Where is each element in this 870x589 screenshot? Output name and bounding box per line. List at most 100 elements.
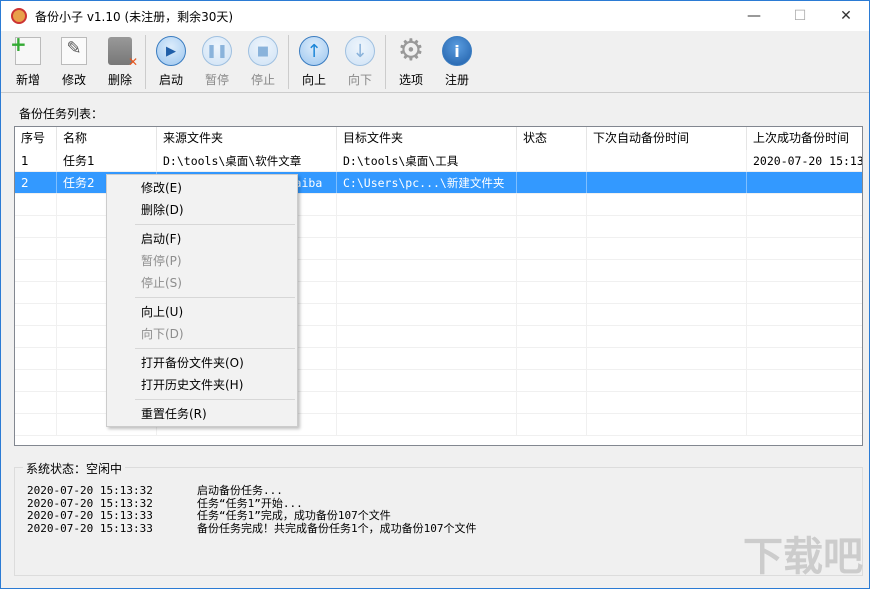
watermark: 下载吧 [743, 534, 863, 580]
menu-separator [135, 297, 295, 298]
column-divider [746, 370, 747, 392]
table-cell [747, 172, 862, 194]
toolbar-separator [385, 35, 386, 89]
maximize-button[interactable]: ☐ [777, 1, 823, 31]
edit-label: 修改 [61, 73, 86, 87]
up-icon: ↑ [299, 36, 329, 66]
column-divider [516, 216, 517, 238]
column-divider [56, 414, 57, 436]
column-divider [746, 326, 747, 348]
column-divider [336, 216, 337, 238]
title-bar: 备份小子 v1.10 (未注册，剩余30天) — ☐ ✕ [1, 1, 869, 31]
log-line: 2020-07-20 15:13:33 备份任务完成！共完成备份任务1个，成功备份… [27, 522, 477, 536]
delete-button[interactable]: ✕ 删除 [97, 31, 143, 93]
column-divider [746, 194, 747, 216]
pause-button[interactable]: ❚❚ 暂停 [194, 31, 240, 93]
start-label: 启动 [158, 73, 183, 87]
stop-label: 停止 [250, 73, 275, 87]
options-button[interactable]: ⚙ 选项 [388, 31, 434, 93]
column-divider [56, 370, 57, 392]
column-divider [586, 348, 587, 370]
close-button[interactable]: ✕ [823, 1, 869, 31]
system-status: 系统状态：空闲中 [23, 460, 126, 477]
column-divider [56, 304, 57, 326]
column-divider [516, 414, 517, 436]
column-header[interactable]: 名称 [57, 127, 157, 150]
edit-icon: ✎ [59, 36, 89, 66]
column-header[interactable]: 目标文件夹 [337, 127, 517, 150]
menu-item[interactable]: 修改(E) [107, 177, 297, 199]
column-header[interactable]: 来源文件夹 [157, 127, 337, 150]
column-header[interactable]: 状态 [517, 127, 587, 150]
delete-icon: ✕ [105, 36, 138, 69]
column-divider [586, 414, 587, 436]
toolbar-separator [145, 35, 146, 89]
menu-item[interactable]: 启动(F) [107, 228, 297, 250]
window-title: 备份小子 v1.10 (未注册，剩余30天) [35, 9, 234, 24]
column-divider [586, 260, 587, 282]
column-header[interactable]: 下次自动备份时间 [587, 127, 747, 150]
column-divider [746, 392, 747, 414]
up-button[interactable]: ↑ 向上 [291, 31, 337, 93]
column-divider [746, 414, 747, 436]
column-divider [516, 392, 517, 414]
column-header[interactable]: 上次成功备份时间 [747, 127, 862, 150]
pause-icon: ❚❚ [202, 36, 232, 66]
start-button[interactable]: ▶ 启动 [148, 31, 194, 93]
column-divider [336, 282, 337, 304]
menu-item[interactable]: 暂停(P) [107, 250, 297, 272]
menu-item[interactable]: 向上(U) [107, 301, 297, 323]
log-time: 2020-07-20 15:13:32 [27, 484, 153, 497]
register-button[interactable]: i 注册 [434, 31, 480, 93]
column-divider [586, 370, 587, 392]
column-divider [586, 392, 587, 414]
delete-label: 删除 [107, 73, 132, 87]
status-group: 系统状态：空闲中 2020-07-20 15:13:32 启动备份任务... 202… [14, 460, 863, 576]
column-divider [336, 194, 337, 216]
log-line: 2020-07-20 15:13:32 启动备份任务... [27, 484, 477, 498]
column-divider [586, 238, 587, 260]
column-divider [336, 414, 337, 436]
column-divider [746, 260, 747, 282]
table-cell: C:\Users\pc...\新建文件夹 [337, 172, 517, 194]
app-icon [11, 8, 27, 24]
down-button[interactable]: ↓ 向下 [337, 31, 383, 93]
add-button[interactable]: + 新增 [5, 31, 51, 93]
table-row[interactable]: 1 任务1 D:\tools\桌面\软件文章 D:\tools\桌面\工具 2020-0… [15, 150, 862, 172]
column-divider [516, 326, 517, 348]
column-divider [336, 260, 337, 282]
column-divider [336, 238, 337, 260]
column-divider [746, 348, 747, 370]
options-icon: ⚙ [397, 33, 425, 68]
column-divider [336, 326, 337, 348]
menu-item[interactable]: 重置任务(R) [107, 403, 297, 425]
column-divider [586, 304, 587, 326]
column-divider [56, 348, 57, 370]
column-divider [336, 392, 337, 414]
menu-item[interactable]: 删除(D) [107, 199, 297, 221]
column-divider [56, 392, 57, 414]
column-divider [336, 304, 337, 326]
down-icon: ↓ [345, 36, 375, 66]
minimize-button[interactable]: — [731, 1, 777, 31]
column-divider [746, 282, 747, 304]
menu-item[interactable]: 打开历史文件夹(H) [107, 374, 297, 396]
column-divider [516, 194, 517, 216]
column-divider [586, 194, 587, 216]
register-label: 注册 [444, 73, 469, 87]
column-divider [516, 304, 517, 326]
menu-item[interactable]: 停止(S) [107, 272, 297, 294]
stop-button[interactable]: ■ 停止 [240, 31, 286, 93]
log-line: 2020-07-20 15:13:33 任务“任务1”完成，成功备份107个文件 [27, 509, 477, 523]
column-divider [516, 370, 517, 392]
toolbar: + 新增 ✎ 修改 ✕ 删除 ▶ 启动 ❚❚ 暂停 ■ 停止 ↑ 向上 ↓ 向下 ⚙ 选项 i 注册 [1, 31, 869, 93]
column-header[interactable]: 序号 [15, 127, 57, 150]
menu-item[interactable]: 打开备份文件夹(O) [107, 352, 297, 374]
log-message: 启动备份任务... [197, 484, 283, 497]
add-icon: + [10, 32, 43, 66]
edit-button[interactable]: ✎ 修改 [51, 31, 97, 93]
column-divider [56, 238, 57, 260]
column-divider [56, 282, 57, 304]
menu-item[interactable]: 向下(D) [107, 323, 297, 345]
column-divider [336, 348, 337, 370]
